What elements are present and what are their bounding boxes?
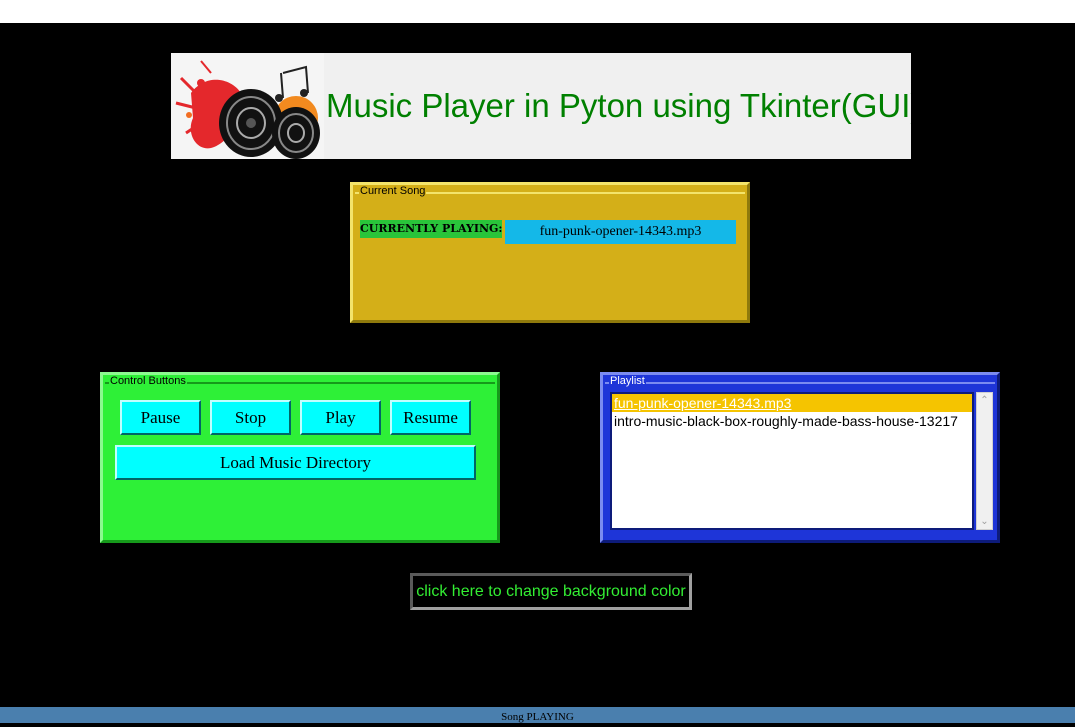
playlist-group: Playlist fun-punk-opener-14343.mp3 intro… bbox=[600, 372, 1000, 543]
group-divider bbox=[605, 382, 995, 384]
current-song-group: Current Song CURRENTLY PLAYING: fun-punk… bbox=[350, 182, 750, 323]
control-buttons-group: Control Buttons Pause Stop Play Resume L… bbox=[100, 372, 500, 543]
playlist-listbox[interactable]: fun-punk-opener-14343.mp3 intro-music-bl… bbox=[610, 392, 974, 530]
stop-button[interactable]: Stop bbox=[210, 400, 291, 435]
scroll-down-icon[interactable]: ⌄ bbox=[977, 516, 992, 527]
scroll-up-icon[interactable]: ⌃ bbox=[977, 395, 992, 406]
resume-button[interactable]: Resume bbox=[390, 400, 471, 435]
pause-button[interactable]: Pause bbox=[120, 400, 201, 435]
currently-playing-value: fun-punk-opener-14343.mp3 bbox=[505, 220, 736, 244]
window-top-strip bbox=[0, 0, 1075, 23]
status-bar: Song PLAYING bbox=[0, 707, 1075, 723]
current-song-legend: Current Song bbox=[359, 185, 427, 198]
playlist-legend: Playlist bbox=[609, 375, 646, 388]
playlist-item[interactable]: intro-music-black-box-roughly-made-bass-… bbox=[612, 412, 972, 430]
playlist-item[interactable]: fun-punk-opener-14343.mp3 bbox=[612, 394, 972, 412]
header-banner: Music Player in Pyton using Tkinter(GUI) bbox=[171, 53, 911, 159]
change-background-button[interactable]: click here to change background color bbox=[410, 573, 692, 610]
load-music-directory-button[interactable]: Load Music Directory bbox=[115, 445, 476, 480]
play-button[interactable]: Play bbox=[300, 400, 381, 435]
music-speaker-logo bbox=[171, 53, 324, 159]
app-title: Music Player in Pyton using Tkinter(GUI) bbox=[326, 87, 911, 124]
control-buttons-legend: Control Buttons bbox=[109, 375, 187, 388]
playlist-scrollbar[interactable]: ⌃ ⌄ bbox=[976, 392, 993, 530]
currently-playing-label: CURRENTLY PLAYING: bbox=[360, 220, 502, 238]
